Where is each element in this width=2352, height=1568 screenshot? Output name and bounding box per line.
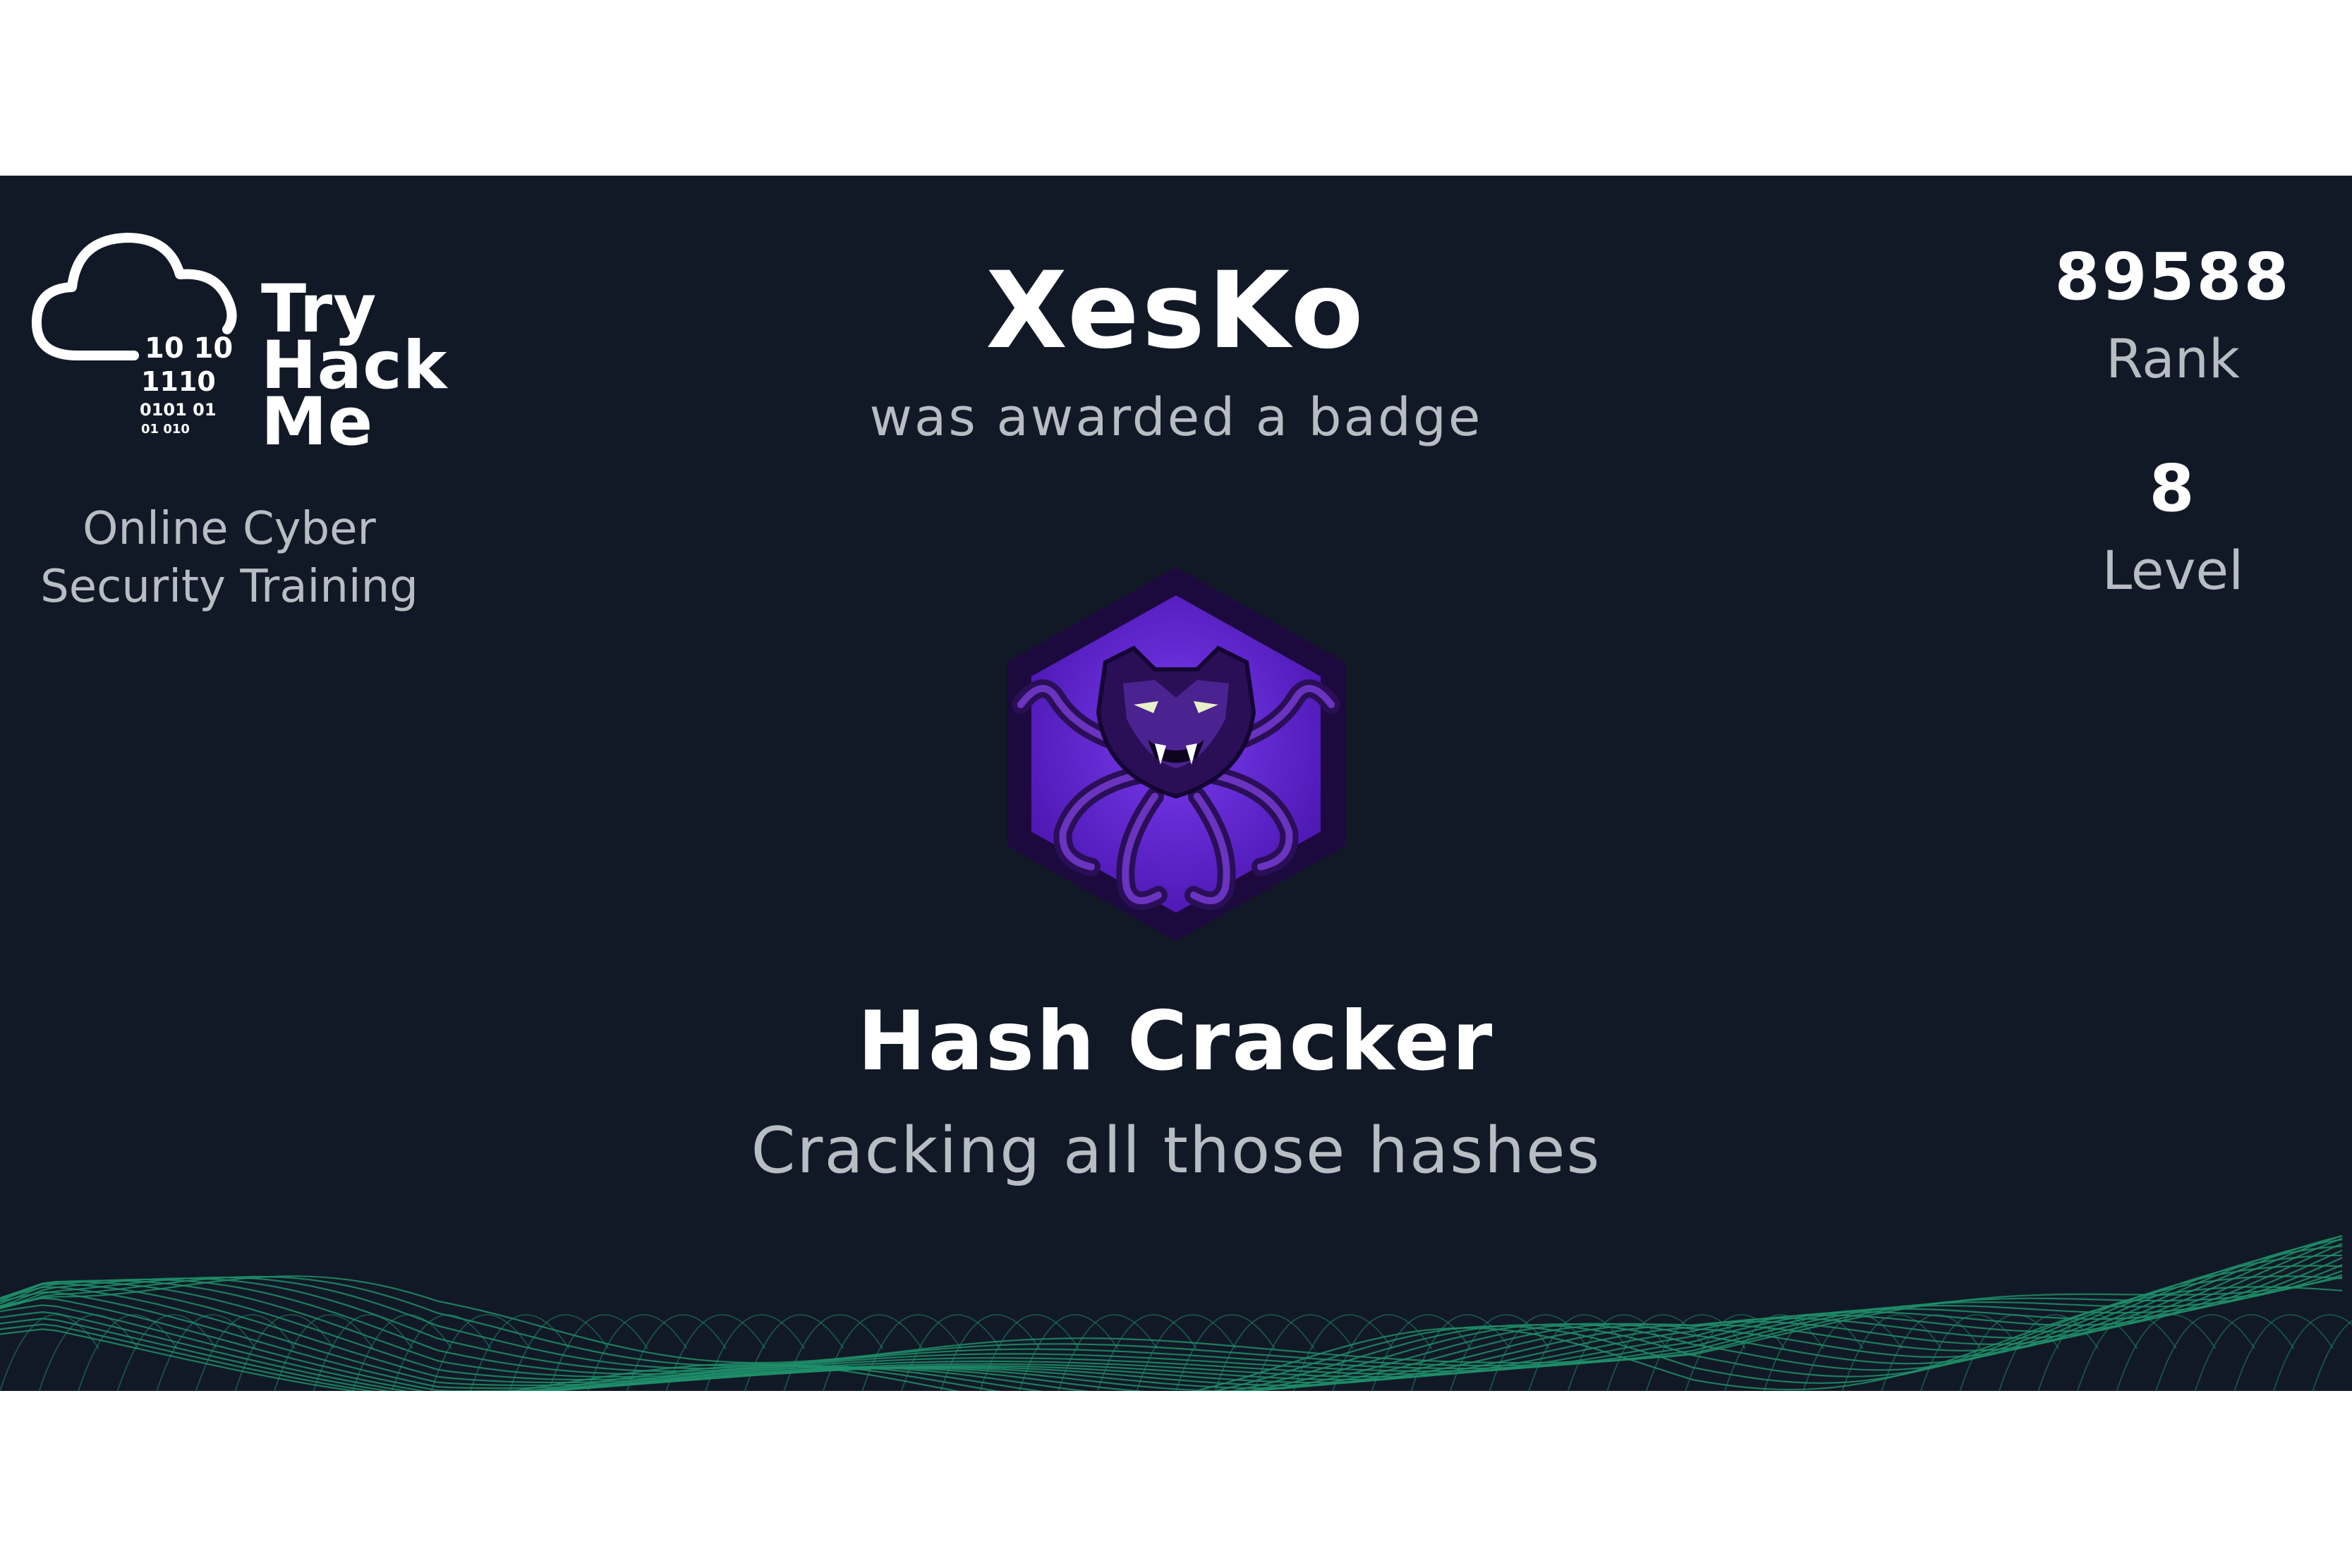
- level-label: Level: [2102, 539, 2244, 602]
- wave-mesh-line: [2194, 1314, 2295, 1391]
- wave-mesh-line: [1763, 1314, 1864, 1391]
- wireframe-waves-decoration: [0, 1234, 2352, 1391]
- username: XesKo: [986, 250, 1366, 372]
- wave-mesh-line: [2233, 1314, 2334, 1391]
- rank-label: Rank: [2106, 327, 2240, 390]
- level-value: 8: [2149, 451, 2197, 526]
- wave-line: [0, 1257, 2343, 1375]
- wave-mesh-line: [744, 1314, 844, 1391]
- wave-mesh-line: [116, 1314, 217, 1391]
- awarded-text: was awarded a badge: [869, 387, 1483, 448]
- wave-mesh-line: [2155, 1314, 2255, 1391]
- badge-award-card: 10 10 1110 0101 01 01 010 Try Hack Me On…: [0, 176, 2352, 1391]
- tagline-line-1: Online Cyber: [83, 503, 376, 555]
- wave-mesh-line: [783, 1314, 883, 1391]
- tagline-line-2: Security Training: [40, 561, 418, 613]
- tentacle-beast-badge-icon: [1007, 567, 1345, 941]
- wave-line: [0, 1239, 2343, 1391]
- wave-mesh-line: [901, 1314, 1001, 1391]
- wave-mesh-line: [823, 1314, 923, 1391]
- wave-mesh-line: [1136, 1314, 1237, 1391]
- rank-stat: 89588 Rank: [2011, 239, 2335, 390]
- tagline: Online Cyber Security Training: [28, 500, 430, 616]
- wave-mesh-line: [2312, 1320, 2352, 1391]
- wave-mesh-line: [705, 1314, 805, 1391]
- wave-mesh-line: [940, 1314, 1041, 1391]
- badge-name: Hash Cracker: [857, 994, 1495, 1089]
- level-stat: 8 Level: [2011, 451, 2335, 602]
- wave-line: [0, 1275, 2343, 1391]
- wave-mesh-line: [78, 1314, 178, 1391]
- rank-value: 89588: [2054, 239, 2291, 315]
- wave-mesh-line: [2273, 1314, 2352, 1391]
- wave-mesh-line: [2116, 1314, 2217, 1391]
- wave-line: [0, 1235, 2343, 1390]
- wave-mesh-line: [861, 1314, 962, 1391]
- page: 10 10 1110 0101 01 01 010 Try Hack Me On…: [0, 0, 2352, 1568]
